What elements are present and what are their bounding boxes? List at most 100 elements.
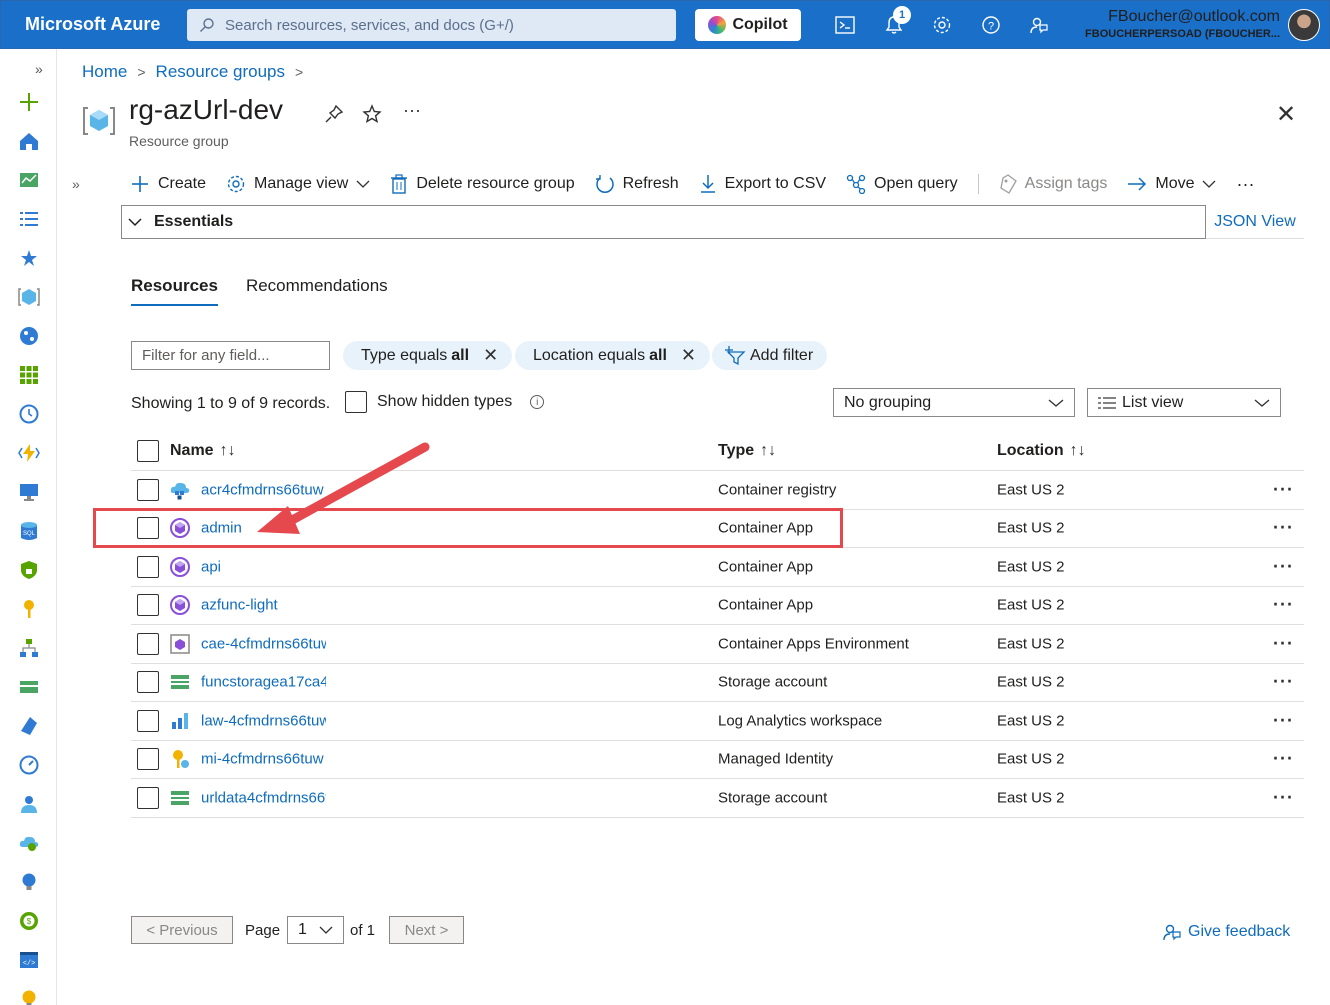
sort-icon[interactable]: ↑↓ <box>220 442 236 459</box>
table-row[interactable]: azfunc-light Container App East US 2 ··· <box>131 587 1304 625</box>
filter-input[interactable]: Filter for any field... <box>131 341 330 370</box>
show-hidden-checkbox[interactable] <box>345 391 367 413</box>
manage-view-button[interactable]: Manage view <box>226 174 370 194</box>
resource-name-link[interactable]: api <box>201 558 221 575</box>
network-icon[interactable] <box>18 325 40 347</box>
expand-nav-icon[interactable]: » <box>35 61 43 77</box>
help-icon[interactable]: ? <box>979 13 1003 37</box>
row-checkbox[interactable] <box>137 594 159 617</box>
select-all-checkbox[interactable] <box>137 440 159 462</box>
virtual-machine-icon[interactable] <box>18 481 40 503</box>
close-icon[interactable]: ✕ <box>1276 100 1296 129</box>
pin-icon[interactable] <box>324 104 344 124</box>
expand-panel-icon[interactable]: » <box>72 176 80 192</box>
storage-nav-icon[interactable] <box>18 676 40 698</box>
give-feedback-link[interactable]: Give feedback <box>1162 922 1290 942</box>
users-icon[interactable] <box>18 793 40 815</box>
create-button[interactable]: Create <box>130 174 206 194</box>
json-view-link[interactable]: JSON View <box>1206 205 1304 239</box>
tab-recommendations[interactable]: Recommendations <box>246 276 388 306</box>
code-window-icon[interactable]: </> <box>18 949 40 971</box>
show-hidden-types-toggle[interactable]: Show hidden types i <box>345 391 545 413</box>
hierarchy-icon[interactable] <box>18 637 40 659</box>
table-row[interactable]: mi-4cfmdrns66tuw Managed Identity East US … <box>131 741 1304 779</box>
sort-icon[interactable]: ↑↓ <box>1070 442 1086 459</box>
table-row[interactable]: urldata4cfmdrns66tuw Storage account East … <box>131 779 1304 818</box>
row-more-options-icon[interactable]: ··· <box>1273 556 1294 577</box>
row-checkbox[interactable] <box>137 555 159 578</box>
cloud-shell-icon[interactable] <box>833 13 857 37</box>
column-header-type[interactable]: Type ↑↓ <box>718 442 776 460</box>
function-app-icon[interactable] <box>18 442 40 464</box>
info-icon[interactable]: i <box>530 395 545 409</box>
row-checkbox[interactable] <box>137 478 159 501</box>
column-header-location[interactable]: Location ↑↓ <box>997 442 1086 460</box>
monitor-gauge-icon[interactable] <box>18 754 40 776</box>
resource-name-link[interactable]: cae-4cfmdrns66tuw <box>201 635 326 652</box>
resource-name-link[interactable]: azfunc-light <box>201 597 278 614</box>
breadcrumb-resource-groups[interactable]: Resource groups <box>156 62 285 82</box>
row-more-options-icon[interactable]: ··· <box>1273 518 1294 539</box>
copilot-button[interactable]: Copilot <box>695 9 801 41</box>
favorites-star-icon[interactable] <box>18 247 40 269</box>
account-menu[interactable]: FBoucher@outlook.com FBOUCHERPERSOAD (FB… <box>1085 8 1280 40</box>
remove-filter-icon[interactable]: ✕ <box>681 345 696 366</box>
resource-groups-icon[interactable] <box>18 286 40 308</box>
devops-icon[interactable] <box>18 715 40 737</box>
sort-icon[interactable]: ↑↓ <box>760 442 776 459</box>
add-filter-button[interactable]: Add filter <box>712 341 828 370</box>
table-row[interactable]: cae-4cfmdrns66tuw Container Apps Environm… <box>131 625 1304 664</box>
row-checkbox[interactable] <box>137 786 159 809</box>
all-services-icon[interactable] <box>18 208 40 230</box>
assign-tags-button[interactable]: Assign tags <box>999 174 1107 194</box>
row-more-options-icon[interactable]: ··· <box>1273 749 1294 770</box>
more-commands-icon[interactable]: ··· <box>1236 174 1254 195</box>
resource-name-link[interactable]: mi-4cfmdrns66tuw <box>201 751 324 768</box>
resource-name-link[interactable]: acr4cfmdrns66tuw <box>201 481 324 498</box>
row-checkbox[interactable] <box>137 709 159 732</box>
row-checkbox[interactable] <box>137 748 159 771</box>
table-row[interactable]: funcstoragea17ca4cfmdrns Storage account E… <box>131 664 1304 702</box>
recent-clock-icon[interactable] <box>18 403 40 425</box>
open-query-button[interactable]: Open query <box>846 174 958 194</box>
breadcrumb-home[interactable]: Home <box>82 62 127 82</box>
view-dropdown[interactable]: List view <box>1087 388 1281 417</box>
cost-management-icon[interactable]: $ <box>18 910 40 932</box>
move-button[interactable]: Move <box>1127 175 1216 193</box>
advisor-lightbulb-icon[interactable] <box>18 871 40 893</box>
row-more-options-icon[interactable]: ··· <box>1273 595 1294 616</box>
location-filter-pill[interactable]: Location equals all ✕ <box>515 341 710 370</box>
row-more-options-icon[interactable]: ··· <box>1273 710 1294 731</box>
settings-gear-icon[interactable] <box>930 13 954 37</box>
more-options-icon[interactable]: ··· <box>403 100 421 121</box>
favorite-star-icon[interactable] <box>362 104 382 124</box>
type-filter-pill[interactable]: Type equals all ✕ <box>343 341 513 370</box>
home-icon[interactable] <box>18 130 40 152</box>
resource-name-link[interactable]: funcstoragea17ca4cfmdrns <box>201 674 326 691</box>
export-csv-button[interactable]: Export to CSV <box>699 174 826 194</box>
security-shield-icon[interactable] <box>18 559 40 581</box>
row-checkbox[interactable] <box>137 632 159 655</box>
sql-database-icon[interactable]: SQL <box>18 520 40 542</box>
create-resource-icon[interactable] <box>18 91 40 113</box>
key-vault-icon[interactable] <box>18 598 40 620</box>
row-more-options-icon[interactable]: ··· <box>1273 633 1294 654</box>
global-search-input[interactable]: Search resources, services, and docs (G+… <box>187 9 676 41</box>
next-page-button[interactable]: Next > <box>389 916 464 944</box>
table-row[interactable]: law-4cfmdrns66tuw Log Analytics workspace… <box>131 702 1304 741</box>
row-more-options-icon[interactable]: ··· <box>1273 672 1294 693</box>
refresh-button[interactable]: Refresh <box>595 174 679 194</box>
resource-name-link[interactable]: law-4cfmdrns66tuw <box>201 712 326 729</box>
page-select[interactable]: 1 <box>287 916 344 944</box>
tips-lightbulb-icon[interactable] <box>18 988 40 1005</box>
brand-label[interactable]: Microsoft Azure <box>25 14 185 35</box>
delete-resource-group-button[interactable]: Delete resource group <box>390 174 575 194</box>
previous-page-button[interactable]: < Previous <box>131 916 233 944</box>
avatar[interactable] <box>1288 9 1320 41</box>
column-header-name[interactable]: Name ↑↓ <box>170 442 236 460</box>
cloud-gear-icon[interactable] <box>18 832 40 854</box>
resource-name-link[interactable]: urldata4cfmdrns66tuw <box>201 789 326 806</box>
row-more-options-icon[interactable]: ··· <box>1273 787 1294 808</box>
table-row[interactable]: acr4cfmdrns66tuw Container registry East U… <box>131 471 1304 510</box>
grouping-dropdown[interactable]: No grouping <box>833 388 1075 417</box>
